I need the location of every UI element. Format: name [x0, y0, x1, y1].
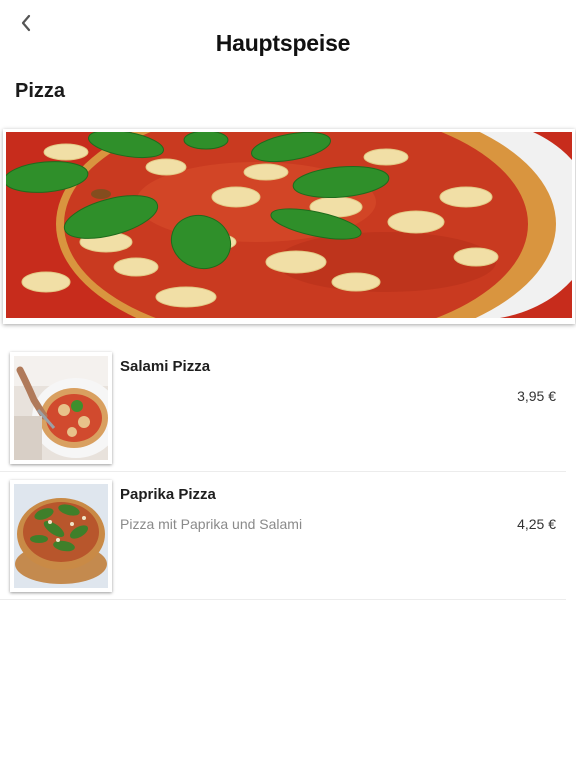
menu-item-row[interactable]: Paprika Pizza Pizza mit Paprika und Sala… — [0, 472, 566, 600]
category-title: Pizza — [15, 80, 66, 102]
category-hero-image — [3, 129, 575, 324]
menu-item-price: 3,95 € — [517, 388, 556, 404]
app-screen: Hauptspeise Pizza Salami Pizza 3,95 € Pa… — [0, 0, 576, 768]
menu-item-thumbnail — [10, 352, 112, 464]
page-title: Hauptspeise — [215, 30, 351, 56]
menu-item-thumbnail — [10, 480, 112, 592]
menu-item-name: Paprika Pizza — [120, 486, 216, 503]
menu-item-price: 4,25 € — [517, 516, 556, 532]
menu-item-row[interactable]: Salami Pizza 3,95 € — [0, 344, 566, 472]
menu-item-name: Salami Pizza — [120, 358, 211, 375]
pizza-hero-illustration — [6, 132, 572, 318]
salami-pizza-photo — [14, 356, 108, 460]
paprika-pizza-photo — [14, 484, 108, 588]
menu-item-list: Salami Pizza 3,95 € Paprika Pizza Pizza … — [0, 344, 566, 600]
menu-item-description: Pizza mit Paprika und Salami — [120, 516, 303, 532]
